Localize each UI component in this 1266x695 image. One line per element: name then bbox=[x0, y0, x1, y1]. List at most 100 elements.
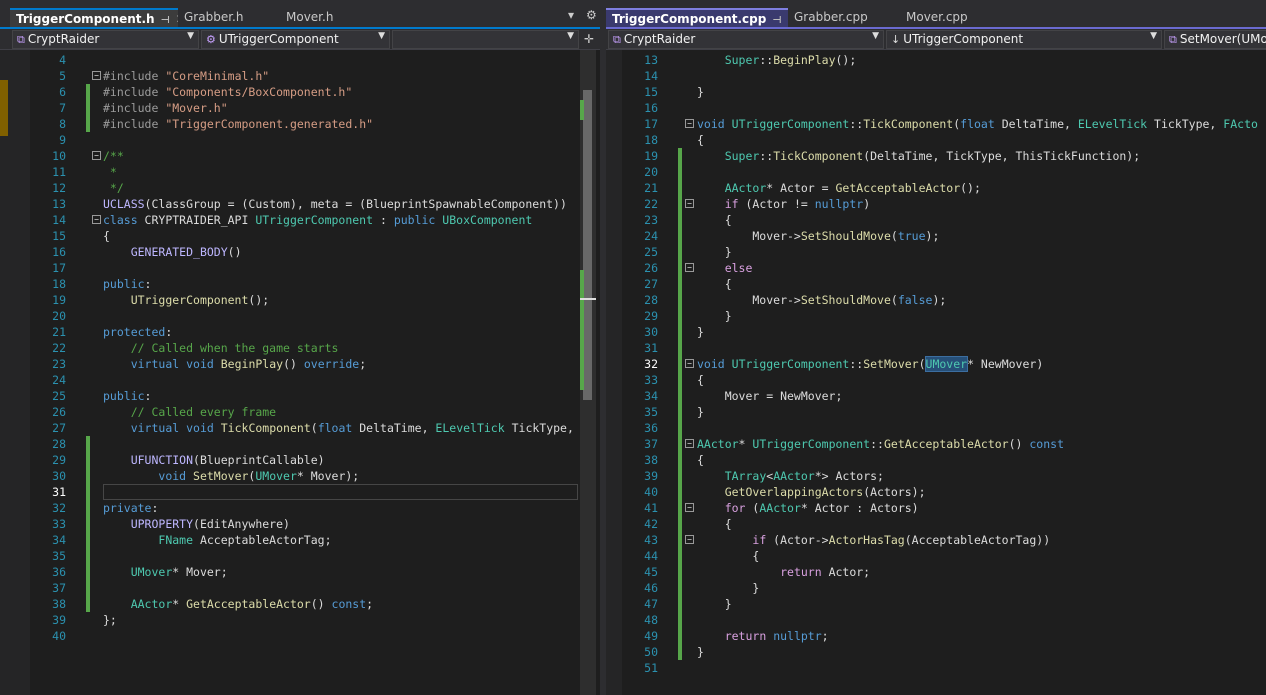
code-line[interactable]: 19 Super::TickComponent(DeltaTime, TickT… bbox=[622, 148, 1266, 164]
code-line[interactable]: 8 #include "TriggerComponent.generated.h" bbox=[30, 116, 578, 132]
project-combo[interactable]: ⧉ CryptRaider ▼ bbox=[12, 30, 199, 49]
fold-toggle-icon[interactable]: − bbox=[92, 151, 101, 160]
code-line[interactable]: 21 AActor* Actor = GetAcceptableActor(); bbox=[622, 180, 1266, 196]
code-line[interactable]: 35} bbox=[622, 404, 1266, 420]
code-line[interactable]: 27 { bbox=[622, 276, 1266, 292]
gear-icon[interactable]: ⚙ bbox=[586, 8, 597, 22]
code-line[interactable]: 47 } bbox=[622, 596, 1266, 612]
scope-combo[interactable]: ⚙ UTriggerComponent ▼ bbox=[201, 30, 390, 49]
code-line[interactable]: 15} bbox=[622, 84, 1266, 100]
code-line[interactable]: 51 bbox=[622, 660, 1266, 676]
code-line[interactable]: 38 AActor* GetAcceptableActor() const; bbox=[30, 596, 578, 612]
fold-toggle-icon[interactable]: − bbox=[685, 199, 694, 208]
left-code-editor[interactable]: 4 5− #include "CoreMinimal.h" 6 #include "Co… bbox=[30, 50, 578, 695]
code-line[interactable]: 31 bbox=[30, 484, 578, 500]
code-line[interactable]: 49 return nullptr; bbox=[622, 628, 1266, 644]
fold-toggle-icon[interactable]: − bbox=[92, 215, 101, 224]
code-line[interactable]: 32 private: bbox=[30, 500, 578, 516]
code-line[interactable]: 30 void SetMover(UMover* Mover); bbox=[30, 468, 578, 484]
code-line[interactable]: 12 */ bbox=[30, 180, 578, 196]
pin-icon[interactable]: ⊣ bbox=[772, 15, 781, 26]
left-scrollbar-thumb[interactable] bbox=[583, 90, 592, 400]
code-line[interactable]: 21 protected: bbox=[30, 324, 578, 340]
code-line[interactable]: 24 Mover->SetShouldMove(true); bbox=[622, 228, 1266, 244]
code-line[interactable]: 19 UTriggerComponent(); bbox=[30, 292, 578, 308]
code-line[interactable]: 20 bbox=[30, 308, 578, 324]
fold-toggle-icon[interactable]: − bbox=[685, 263, 694, 272]
code-line[interactable]: 25 } bbox=[622, 244, 1266, 260]
tab-grabber-cpp[interactable]: Grabber.cpp bbox=[788, 8, 898, 28]
code-line[interactable]: 28 Mover->SetShouldMove(false); bbox=[622, 292, 1266, 308]
code-line[interactable]: 16 GENERATED_BODY() bbox=[30, 244, 578, 260]
code-line[interactable]: 14 − class CRYPTRAIDER_API UTriggerCompone… bbox=[30, 212, 578, 228]
project-combo[interactable]: ⧉ CryptRaider ▼ bbox=[608, 30, 884, 49]
code-line[interactable]: 7 #include "Mover.h" bbox=[30, 100, 578, 116]
tab-triggercomponent-cpp[interactable]: TriggerComponent.cpp⊣✕ bbox=[606, 8, 798, 28]
fold-toggle-icon[interactable]: − bbox=[685, 119, 694, 128]
code-line[interactable]: 34 Mover = NewMover; bbox=[622, 388, 1266, 404]
code-line[interactable]: 38 { bbox=[622, 452, 1266, 468]
code-line[interactable]: 50} bbox=[622, 644, 1266, 660]
code-line[interactable]: 15 { bbox=[30, 228, 578, 244]
code-line[interactable]: 31 bbox=[622, 340, 1266, 356]
code-line[interactable]: 23 virtual void BeginPlay() override; bbox=[30, 356, 578, 372]
tab-mover-cpp[interactable]: Mover.cpp bbox=[900, 8, 996, 28]
scope-combo[interactable]: ↓ UTriggerComponent ▼ bbox=[886, 30, 1162, 49]
code-line[interactable]: 20 bbox=[622, 164, 1266, 180]
split-icon[interactable]: ✛ bbox=[584, 32, 594, 46]
code-line[interactable]: 26 // Called every frame bbox=[30, 404, 578, 420]
fold-toggle-icon[interactable]: − bbox=[685, 503, 694, 512]
left-scrollbar[interactable] bbox=[580, 50, 596, 695]
code-line[interactable]: 18 public: bbox=[30, 276, 578, 292]
code-line[interactable]: 36 bbox=[622, 420, 1266, 436]
fold-toggle-icon[interactable]: − bbox=[685, 439, 694, 448]
code-line[interactable]: 11 * bbox=[30, 164, 578, 180]
tab-mover-h[interactable]: Mover.h bbox=[280, 8, 372, 28]
code-line[interactable]: 18 { bbox=[622, 132, 1266, 148]
code-line[interactable]: 35 bbox=[30, 548, 578, 564]
code-line[interactable]: 33 UPROPERTY(EditAnywhere) bbox=[30, 516, 578, 532]
code-line[interactable]: 32 − void UTriggerComponent::SetMover(UMov… bbox=[622, 356, 1266, 372]
code-line[interactable]: 41 − for (AActor* Actor : Actors) bbox=[622, 500, 1266, 516]
code-line[interactable]: 37 − AActor* UTriggerComponent::GetAccepta… bbox=[622, 436, 1266, 452]
code-line[interactable]: 29 } bbox=[622, 308, 1266, 324]
code-line[interactable]: 37 bbox=[30, 580, 578, 596]
code-line[interactable]: 40 bbox=[30, 628, 578, 644]
code-line[interactable]: 34 FName AcceptableActorTag; bbox=[30, 532, 578, 548]
code-line[interactable]: 36 UMover* Mover; bbox=[30, 564, 578, 580]
code-line[interactable]: 4 bbox=[30, 52, 578, 68]
right-code-editor[interactable]: 13 Super::BeginPlay(); 14 15} 16 17− void UTr… bbox=[622, 50, 1266, 695]
member-combo[interactable]: ▼ bbox=[392, 30, 579, 49]
code-line[interactable]: 43 − if (Actor->ActorHasTag(AcceptableAct… bbox=[622, 532, 1266, 548]
fold-toggle-icon[interactable]: − bbox=[92, 71, 101, 80]
tab-triggercomponent-h[interactable]: TriggerComponent.h⊣✕ bbox=[10, 8, 186, 28]
code-line[interactable]: 17 bbox=[30, 260, 578, 276]
code-line[interactable]: 10 −/** bbox=[30, 148, 578, 164]
code-line[interactable]: 6 #include "Components/BoxComponent.h" bbox=[30, 84, 578, 100]
code-line[interactable]: 48 bbox=[622, 612, 1266, 628]
fold-toggle-icon[interactable]: − bbox=[685, 535, 694, 544]
code-line[interactable]: 24 bbox=[30, 372, 578, 388]
tab-list-dropdown-icon[interactable]: ▾ bbox=[568, 8, 574, 22]
code-line[interactable]: 46 } bbox=[622, 580, 1266, 596]
code-line[interactable]: 26 − else bbox=[622, 260, 1266, 276]
code-line[interactable]: 28 bbox=[30, 436, 578, 452]
code-line[interactable]: 17 − void UTriggerComponent::TickComponent… bbox=[622, 116, 1266, 132]
code-line[interactable]: 45 return Actor; bbox=[622, 564, 1266, 580]
code-line[interactable]: 39 TArray<AActor*> Actors; bbox=[622, 468, 1266, 484]
code-line[interactable]: 9 bbox=[30, 132, 578, 148]
code-line[interactable]: 23 { bbox=[622, 212, 1266, 228]
code-line[interactable]: 40 GetOverlappingActors(Actors); bbox=[622, 484, 1266, 500]
code-line[interactable]: 25 public: bbox=[30, 388, 578, 404]
code-line[interactable]: 44 { bbox=[622, 548, 1266, 564]
code-line[interactable]: 30} bbox=[622, 324, 1266, 340]
code-line[interactable]: 13 UCLASS(ClassGroup = (Custom), meta = (… bbox=[30, 196, 578, 212]
code-line[interactable]: 22 − if (Actor != nullptr) bbox=[622, 196, 1266, 212]
pin-icon[interactable]: ⊣ bbox=[161, 15, 170, 26]
code-line[interactable]: 29 UFUNCTION(BlueprintCallable) bbox=[30, 452, 578, 468]
code-line[interactable]: 22 // Called when the game starts bbox=[30, 340, 578, 356]
code-line[interactable]: 16 bbox=[622, 100, 1266, 116]
tab-grabber-h[interactable]: Grabber.h bbox=[178, 8, 278, 28]
fold-toggle-icon[interactable]: − bbox=[685, 359, 694, 368]
member-combo[interactable]: ⧉ SetMover(UMo bbox=[1164, 30, 1266, 49]
